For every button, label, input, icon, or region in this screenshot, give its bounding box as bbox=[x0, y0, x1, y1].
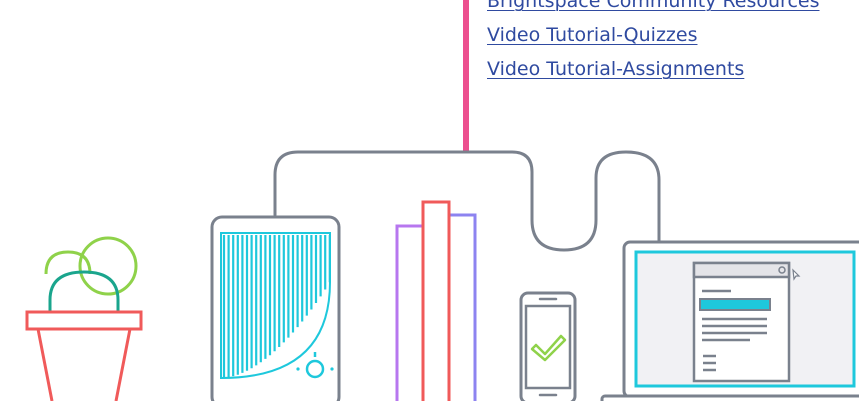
accent-stripe bbox=[463, 0, 469, 152]
page-hero: Brightspace Community Resources Video Tu… bbox=[0, 0, 859, 401]
list-item: Video Tutorial-Assignments bbox=[487, 56, 820, 90]
tablet-icon bbox=[210, 215, 341, 401]
link-video-tutorial-assignments[interactable]: Video Tutorial-Assignments bbox=[487, 58, 744, 80]
list-item: Video Tutorial-Quizzes bbox=[487, 22, 820, 56]
link-video-tutorial-quizzes[interactable]: Video Tutorial-Quizzes bbox=[487, 24, 697, 46]
phone-checkmark-icon bbox=[519, 291, 577, 401]
link-brightspace-community[interactable]: Brightspace Community Resources bbox=[487, 0, 820, 12]
books-icon bbox=[395, 200, 477, 401]
list-item: Brightspace Community Resources bbox=[487, 0, 820, 22]
laptop-document-icon bbox=[600, 240, 859, 401]
cactus-plant-icon bbox=[25, 236, 143, 401]
resource-links: Brightspace Community Resources Video Tu… bbox=[487, 0, 820, 90]
